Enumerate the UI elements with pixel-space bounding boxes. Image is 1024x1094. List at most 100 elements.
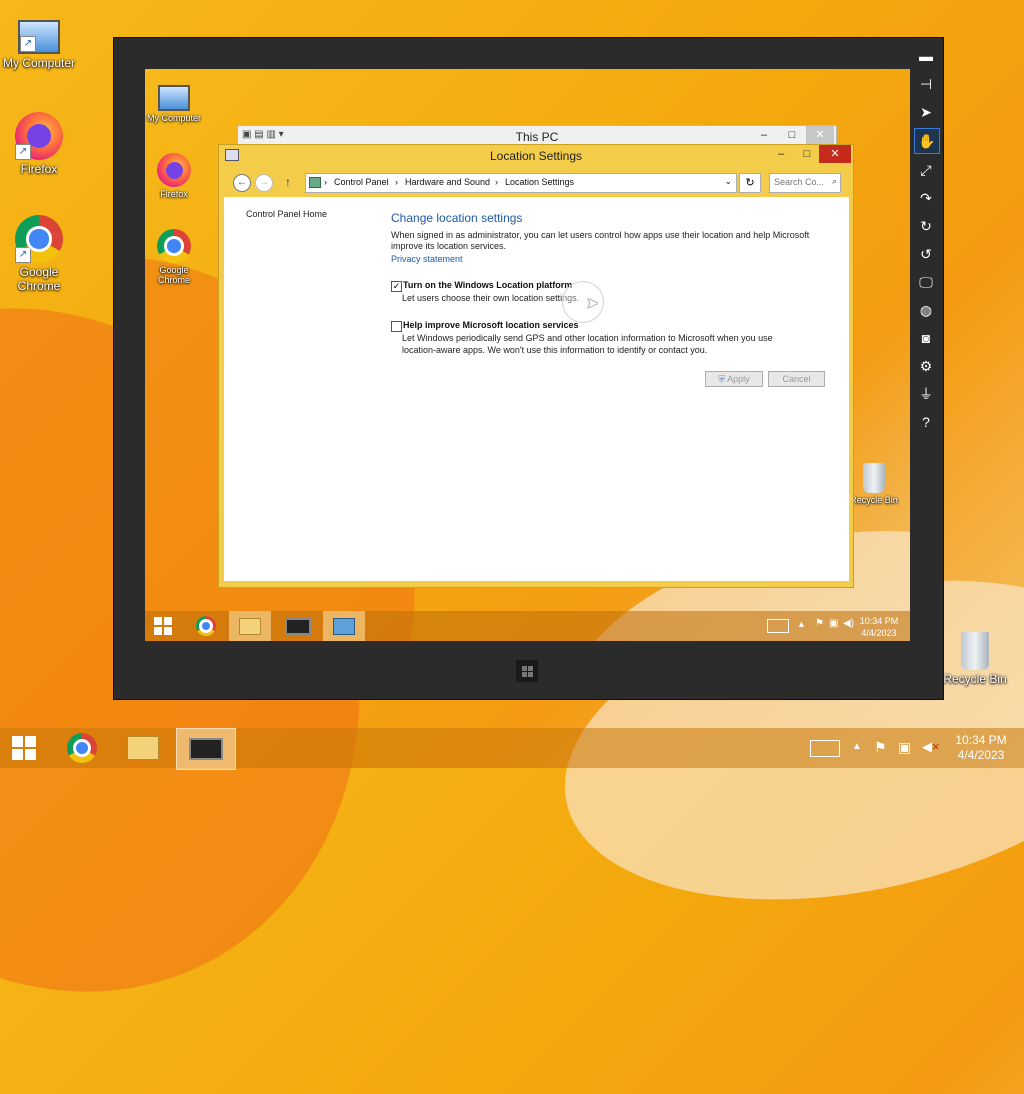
cursor-arrow-icon: ➤: [586, 295, 599, 312]
forward-button[interactable]: →: [255, 174, 273, 192]
remote-home-button[interactable]: [516, 660, 538, 682]
control-panel-home-link[interactable]: Control Panel Home: [246, 209, 327, 219]
title-bar[interactable]: Location Settings – □ ✕: [219, 145, 853, 167]
computer-icon: [158, 85, 190, 111]
taskbar-control-panel[interactable]: [323, 611, 365, 641]
maximize-button[interactable]: □: [778, 126, 806, 144]
breadcrumb[interactable]: › Control Panel › Hardware and Sound › L…: [305, 173, 737, 193]
network-icon[interactable]: ⏚: [914, 382, 938, 406]
back-button[interactable]: ←: [233, 174, 251, 192]
gear-icon[interactable]: ⚙: [914, 354, 938, 378]
hand-icon[interactable]: ✋: [914, 128, 940, 154]
windows-logo-icon: [521, 665, 533, 677]
privacy-statement-link[interactable]: Privacy statement: [391, 254, 463, 264]
minimize-icon[interactable]: ▬: [914, 44, 938, 68]
windows-logo-icon: [12, 736, 36, 760]
globe-icon[interactable]: ◍: [914, 298, 938, 322]
improve-services-checkbox[interactable]: [391, 321, 402, 332]
taskbar-chrome[interactable]: [60, 728, 104, 768]
camera-icon[interactable]: ◙: [914, 326, 938, 350]
remote-icon-google-chrome[interactable]: Google Chrome: [145, 229, 213, 285]
clock-date: 4/4/2023: [957, 748, 1005, 762]
rotate-icon[interactable]: ↷: [914, 186, 938, 210]
window-title: This PC: [515, 130, 559, 144]
taskbar-chrome[interactable]: [189, 611, 223, 641]
breadcrumb-item[interactable]: Hardware and Sound: [405, 177, 490, 187]
search-placeholder: Search Co...: [774, 177, 825, 187]
rotate-ccw-icon[interactable]: ↺: [914, 242, 938, 266]
chevron-down-icon[interactable]: ⌄: [724, 176, 732, 187]
clock[interactable]: 10:34 PM 4/4/2023: [857, 615, 901, 639]
network-icon[interactable]: ▣: [829, 618, 838, 629]
location-platform-checkbox[interactable]: ✓: [391, 281, 402, 292]
desktop-icon-recycle-bin[interactable]: Recycle Bin: [936, 632, 1014, 686]
apply-button[interactable]: ⛨ Apply: [705, 371, 763, 387]
folder-icon: [239, 617, 261, 635]
shortcut-arrow-icon: ↗: [15, 144, 31, 160]
close-button[interactable]: ✕: [806, 126, 834, 144]
remote-toolbar: ▬ ⊣ ➤ ✋ ⤢ ↷ ↻ ↺ 🖵 ◍ ◙ ⚙ ⏚ ?: [912, 40, 940, 438]
remote-icon-my-computer[interactable]: My Computer: [145, 77, 213, 123]
taskbar-file-explorer[interactable]: [120, 728, 166, 768]
tray-chevron-icon[interactable]: ▲: [852, 741, 862, 752]
breadcrumb-item[interactable]: Location Settings: [505, 177, 574, 187]
remote-icon-firefox[interactable]: Firefox: [145, 153, 213, 199]
desktop-icon-firefox[interactable]: ↗ Firefox: [0, 112, 78, 176]
network-icon[interactable]: ▣: [898, 739, 911, 756]
clock-time: 10:34 PM: [859, 616, 899, 626]
taskbar-file-explorer[interactable]: [229, 611, 271, 641]
rotate-cw-icon[interactable]: ↻: [914, 214, 938, 238]
desktop-icon-label: My Computer: [146, 113, 201, 123]
minimize-button[interactable]: –: [767, 145, 795, 163]
minimize-button[interactable]: –: [750, 126, 778, 144]
clock[interactable]: 10:34 PM 4/4/2023: [948, 733, 1014, 763]
cancel-button[interactable]: Cancel: [768, 371, 825, 387]
monitor-icon: [189, 738, 223, 760]
shield-icon: ⛨: [718, 374, 726, 384]
flag-icon[interactable]: ⚑: [874, 739, 887, 756]
maximize-button[interactable]: □: [793, 145, 821, 163]
pin-icon[interactable]: ⊣: [914, 72, 938, 96]
computer-icon: ↗: [18, 20, 60, 54]
desktop-icon-label: Recycle Bin: [943, 672, 1007, 686]
monitor-icon: [285, 617, 311, 635]
refresh-button[interactable]: ↻: [739, 173, 761, 193]
close-button[interactable]: ✕: [819, 145, 851, 163]
taskbar-remote-viewer[interactable]: [176, 728, 236, 770]
volume-mute-icon[interactable]: ◀×: [922, 739, 940, 755]
taskbar-remote-viewer[interactable]: [277, 611, 319, 641]
intro-text: When signed in as administrator, you can…: [391, 230, 810, 251]
start-button[interactable]: [4, 728, 44, 768]
desktop-icon-label: Firefox: [160, 189, 188, 199]
address-bar: ← → ↑ › Control Panel › Hardware and Sou…: [223, 170, 849, 194]
window-location-settings[interactable]: Location Settings – □ ✕ ← → ↑ › Control …: [218, 144, 854, 588]
clock-date: 4/4/2023: [861, 628, 897, 638]
desktop-icon-label: My Computer: [2, 56, 76, 70]
tray-chevron-icon[interactable]: ▲: [797, 619, 806, 629]
keyboard-icon[interactable]: [810, 740, 840, 757]
chevron-right-icon: ›: [495, 177, 498, 187]
breadcrumb-item[interactable]: Control Panel: [334, 177, 389, 187]
up-button[interactable]: ↑: [285, 175, 291, 189]
chrome-icon: ↗: [15, 215, 63, 263]
apply-label: Apply: [727, 374, 750, 384]
option-label[interactable]: Turn on the Windows Location platform: [403, 280, 572, 290]
pointer-icon[interactable]: ➤: [914, 100, 938, 124]
flag-icon[interactable]: ⚑: [815, 618, 824, 629]
desktop-icon-google-chrome[interactable]: ↗ Google Chrome: [0, 215, 78, 293]
volume-icon[interactable]: ◀): [843, 618, 854, 629]
help-icon[interactable]: ?: [914, 410, 938, 434]
option-label[interactable]: Help improve Microsoft location services: [403, 320, 579, 330]
main-content: Control Panel Home Change location setti…: [224, 197, 849, 581]
control-panel-icon: [309, 177, 321, 188]
desktop-icon-label: Firefox: [20, 162, 58, 176]
remote-screen[interactable]: My Computer Firefox Google Chrome Recycl…: [145, 69, 910, 641]
search-icon: ⌕: [831, 176, 837, 186]
firefox-icon: ↗: [15, 112, 63, 160]
search-input[interactable]: Search Co... ⌕: [769, 173, 841, 193]
desktop-icon-my-computer[interactable]: ↗ My Computer: [0, 12, 78, 70]
keyboard-icon[interactable]: [767, 619, 789, 633]
monitor-icon[interactable]: 🖵: [914, 270, 938, 294]
resize-icon[interactable]: ⤢: [914, 158, 938, 182]
start-button[interactable]: [149, 611, 177, 641]
